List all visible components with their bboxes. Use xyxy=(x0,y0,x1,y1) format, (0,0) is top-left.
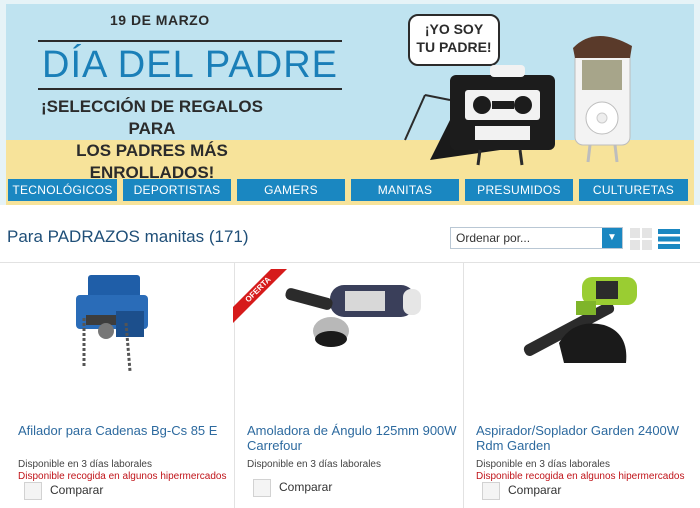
product-card[interactable]: Afilador para Cadenas Bg-Cs 85 E Disponi… xyxy=(6,263,235,508)
compare-control[interactable]: Comparar xyxy=(482,482,561,500)
compare-control[interactable]: Comparar xyxy=(24,482,103,500)
nav-deportistas[interactable]: DEPORTISTAS xyxy=(123,179,231,201)
cassette-label xyxy=(475,126,530,140)
sort-dropdown-arrow-icon[interactable]: ▼ xyxy=(602,228,622,248)
promo-banner[interactable]: 19 DE MARZO DÍA DEL PADRE ¡SELECCIÓN DE … xyxy=(0,0,700,205)
banner-subtitle-line2: LOS PADRES MÁS ENROLLADOS! xyxy=(76,141,228,182)
cassette-tape xyxy=(492,101,514,109)
grid-view-icon[interactable] xyxy=(630,228,652,250)
nav-manitas[interactable]: MANITAS xyxy=(351,179,459,201)
compare-checkbox-icon[interactable] xyxy=(253,479,271,497)
banner-illustration xyxy=(404,35,632,166)
category-nav: TECNOLÓGICOS DEPORTISTAS GAMERS MANITAS … xyxy=(8,179,692,201)
product-title-line1[interactable]: Amoladora de Ángulo 125mm 900W xyxy=(247,423,457,438)
product-card[interactable]: Aspirador/Soplador Garden 2400W Rdm Gard… xyxy=(464,263,692,508)
banner-title: DÍA DEL PADRE xyxy=(38,40,342,90)
product-title-line2[interactable]: Carrefour xyxy=(247,438,457,453)
compare-label[interactable]: Comparar xyxy=(508,483,561,497)
sort-dropdown[interactable]: Ordenar por... ▼ xyxy=(450,227,623,249)
nav-gamers[interactable]: GAMERS xyxy=(237,179,345,201)
wand-shape xyxy=(404,94,426,141)
product-availability: Disponible en 3 días laborales xyxy=(476,459,610,470)
list-view-icon[interactable] xyxy=(658,228,680,250)
product-pickup: Disponible recogida en algunos hipermerc… xyxy=(18,471,227,482)
product-title-line2[interactable]: Rdm Garden xyxy=(476,438,686,453)
cassette-reel-right xyxy=(514,96,532,114)
banner-subtitle: ¡SELECCIÓN DE REGALOS PARA LOS PADRES MÁ… xyxy=(32,96,272,184)
sort-placeholder: Ordenar por... xyxy=(456,231,531,245)
arm-left-shape xyxy=(424,94,451,101)
ipod-screen xyxy=(582,60,622,90)
nav-culturetas[interactable]: CULTURETAS xyxy=(579,179,688,201)
nav-tecnologicos[interactable]: TECNOLÓGICOS xyxy=(8,179,117,201)
cassette-reel-left xyxy=(473,96,491,114)
product-image-chain-sharpener[interactable] xyxy=(6,263,234,403)
product-availability: Disponible en 3 días laborales xyxy=(247,459,381,470)
listing-heading: Para PADRAZOS manitas (171) xyxy=(7,227,249,246)
compare-checkbox-icon[interactable] xyxy=(24,482,42,500)
product-title[interactable]: Aspirador/Soplador Garden 2400W Rdm Gard… xyxy=(476,423,686,453)
product-pickup: Disponible recogida en algunos hipermerc… xyxy=(476,471,685,482)
product-card[interactable]: OFERTA Amoladora de Ángulo 125mm 900W Ca… xyxy=(233,263,464,508)
compare-label[interactable]: Comparar xyxy=(279,480,332,494)
product-title-line1[interactable]: Aspirador/Soplador Garden 2400W xyxy=(476,423,686,438)
product-image-leaf-blower[interactable] xyxy=(464,263,692,403)
product-availability: Disponible en 3 días laborales xyxy=(18,459,152,470)
product-title[interactable]: Afilador para Cadenas Bg-Cs 85 E xyxy=(18,423,228,438)
compare-control[interactable]: Comparar xyxy=(253,479,332,497)
banner-subtitle-line1: ¡SELECCIÓN DE REGALOS PARA xyxy=(41,97,263,138)
cassette-helmet xyxy=(490,65,525,77)
offer-ribbon xyxy=(233,269,287,323)
product-title-line1[interactable]: Afilador para Cadenas Bg-Cs 85 E xyxy=(18,423,228,438)
banner-date: 19 DE MARZO xyxy=(110,12,210,28)
product-title[interactable]: Amoladora de Ángulo 125mm 900W Carrefour xyxy=(247,423,457,453)
nav-presumidos[interactable]: PRESUMIDOS xyxy=(465,179,573,201)
compare-checkbox-icon[interactable] xyxy=(482,482,500,500)
compare-label[interactable]: Comparar xyxy=(50,483,103,497)
ipod-hair xyxy=(573,35,632,58)
